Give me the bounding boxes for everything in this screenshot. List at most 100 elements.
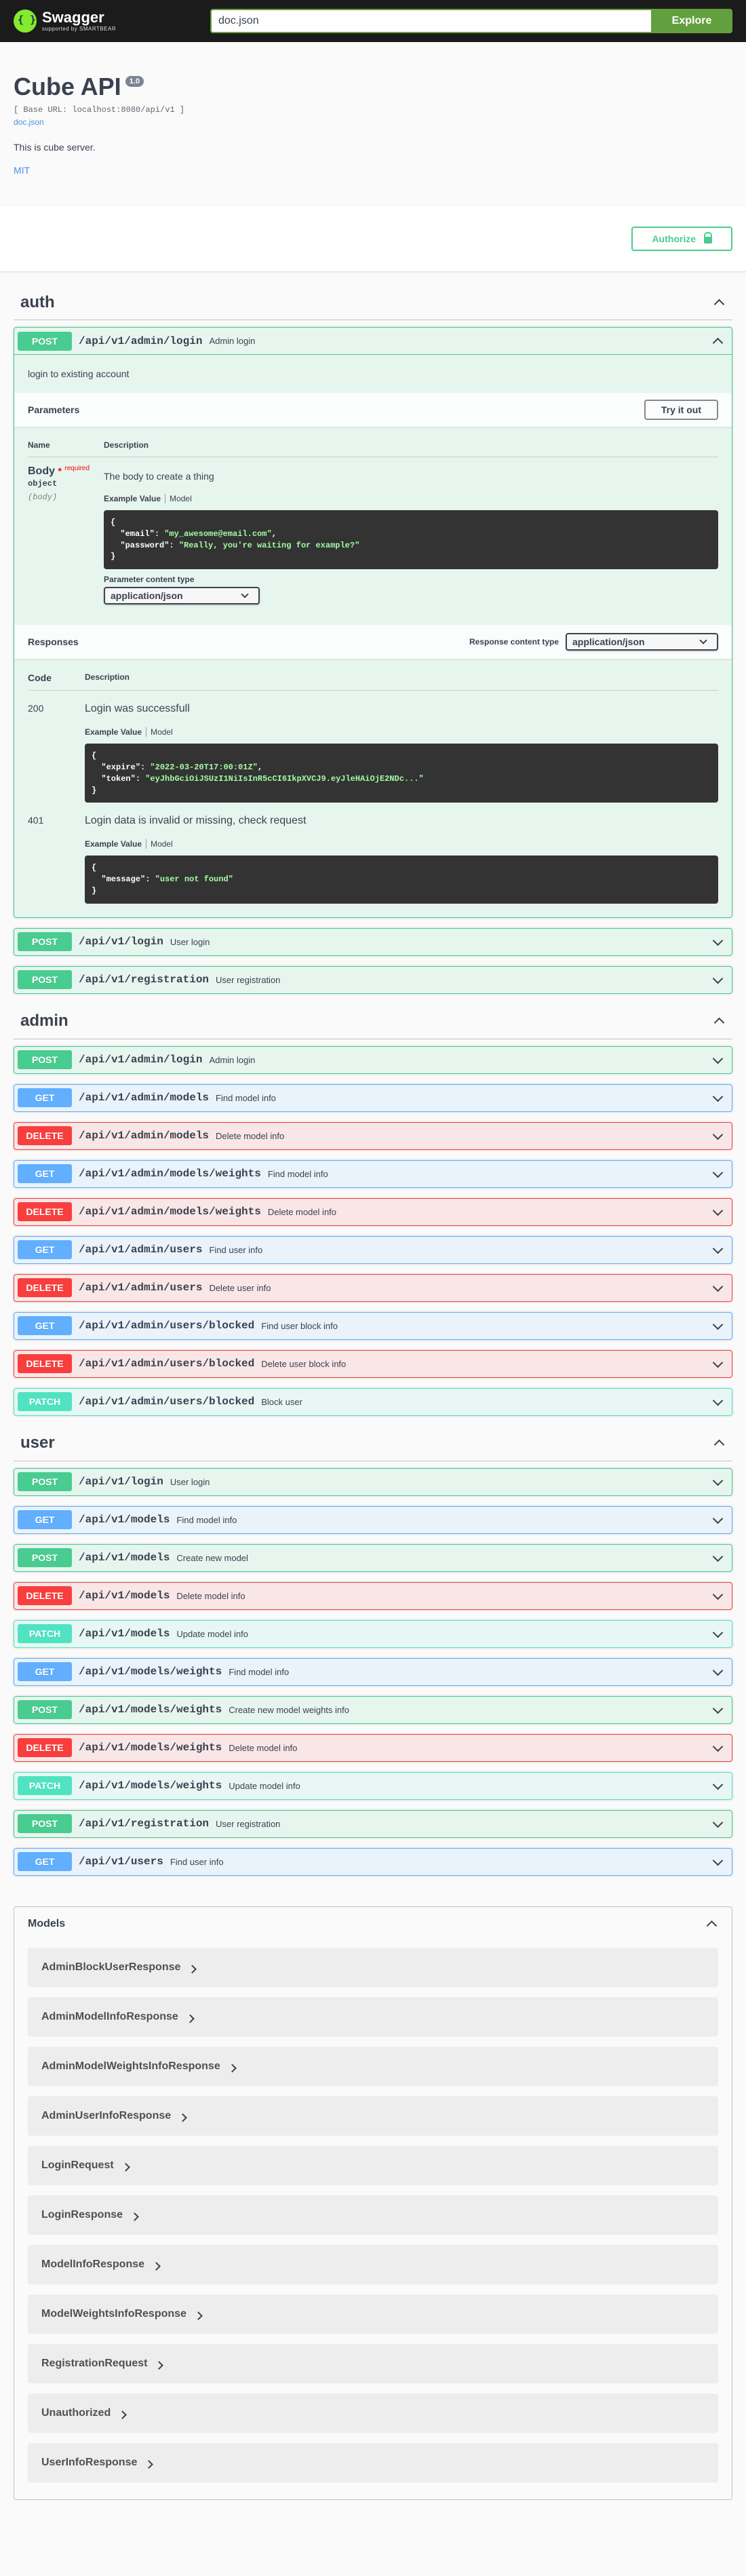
model-item[interactable]: ModelWeightsInfoResponse [28,2294,718,2334]
authorize-button[interactable]: Authorize [631,227,732,251]
operation-summary[interactable]: POST/api/v1/login User login [14,929,732,955]
method-badge: POST [18,331,72,351]
json-key: "message" [101,874,146,885]
model-item[interactable]: RegistrationRequest [28,2343,718,2383]
param-description: The body to create a thing [104,471,214,482]
operation-summary[interactable]: DELETE/api/v1/models/weights Delete model… [14,1735,732,1761]
operation-summary-text: Delete model info [216,1130,285,1141]
operation-summary[interactable]: DELETE/api/v1/admin/users/blocked Delete … [14,1351,732,1377]
operation-summary[interactable]: GET/api/v1/models/weights Find model info [14,1659,732,1685]
json-key: "token" [101,773,136,784]
operation-summary[interactable]: PATCH/api/v1/admin/users/blocked Block us… [14,1389,732,1415]
method-badge: PATCH [18,1776,72,1796]
tag-name: admin [20,1012,68,1031]
spec-url-input[interactable] [210,9,651,33]
operation-summary[interactable]: GET/api/v1/admin/models Find model info [14,1085,732,1111]
tab-example-value[interactable]: Example Value [85,839,147,849]
operation: GET/api/v1/admin/users/blocked Find user … [14,1311,732,1340]
chevron-right-icon [154,2359,163,2368]
chevron-right-icon [144,2458,153,2467]
swagger-logo[interactable]: Swagger supported by SMARTBEAR [14,9,197,33]
models-title: Models [28,1917,66,1929]
chevron-right-icon [227,2062,237,2071]
model-item[interactable]: LoginRequest [28,2145,718,2185]
model-item[interactable]: UserInfoResponse [28,2442,718,2482]
select-value: application/json [111,590,183,602]
chevron-down-icon [239,591,249,600]
operation: DELETE/api/v1/admin/users Delete user inf… [14,1273,732,1302]
chevron-right-icon [185,2012,195,2022]
model-item[interactable]: AdminBlockUserResponse [28,1947,718,1987]
chevron-down-icon [711,1741,724,1754]
user-operations: POST/api/v1/login User login GET/api/v1/mo… [14,1467,732,1876]
tab-example-value[interactable]: Example Value [85,727,147,737]
response-content-type-select[interactable]: application/json [566,633,718,651]
models-header[interactable]: Models [14,1907,732,1941]
method-badge: GET [18,1316,72,1336]
operation-summary[interactable]: GET/api/v1/admin/users Find user info [14,1237,732,1263]
operation-summary-text: Delete model info [267,1206,337,1217]
operation-summary[interactable]: GET/api/v1/models Find model info [14,1507,732,1533]
model-name: ModelInfoResponse [41,2258,145,2270]
model-item[interactable]: ModelInfoResponse [28,2244,718,2284]
try-it-out-button[interactable]: Try it out [644,400,718,420]
operation-path: /api/v1/models/weights [79,1780,222,1792]
operation-summary[interactable]: PATCH/api/v1/models Update model info [14,1621,732,1647]
model-item[interactable]: Unauthorized [28,2393,718,2433]
operation-summary[interactable]: DELETE/api/v1/admin/models/weights Delete… [14,1199,732,1225]
method-badge: GET [18,1240,72,1260]
operation-path: /api/v1/registration [79,1818,210,1830]
operation-summary[interactable]: GET/api/v1/admin/users/blocked Find user … [14,1313,732,1339]
model-item[interactable]: AdminModelInfoResponse [28,1997,718,2037]
chevron-down-icon [711,1205,724,1218]
request-example-code: { "email": "my_awesome@email.com", "pass… [104,510,718,570]
operation-summary[interactable]: DELETE/api/v1/admin/users Delete user inf… [14,1275,732,1301]
operation-summary[interactable]: GET/api/v1/admin/models/weights Find mode… [14,1161,732,1187]
spec-link[interactable]: doc.json [14,117,732,127]
model-item[interactable]: AdminModelWeightsInfoResponse [28,2046,718,2086]
json-value: "my_awesome@email.com" [164,528,272,539]
operation-summary[interactable]: GET/api/v1/users Find user info [14,1849,732,1875]
operation-summary[interactable]: POST /api/v1/admin/login Admin login [14,328,732,354]
operation-summary[interactable]: POST/api/v1/models/weights Create new mod… [14,1697,732,1723]
auth-operations: POST/api/v1/login User login POST/api/v1/r… [14,927,732,994]
tab-model[interactable]: Model [165,494,192,503]
operation: GET/api/v1/users Find user info [14,1847,732,1876]
tab-model[interactable]: Model [146,727,173,737]
chevron-up-icon [711,334,724,348]
operation-summary[interactable]: POST/api/v1/admin/login Admin login [14,1047,732,1073]
param-content-type-select[interactable]: application/json [104,587,260,605]
chevron-up-icon [705,1917,718,1931]
parameter-row: Body * required object (body) The body t… [28,457,718,605]
tag-user[interactable]: user [14,1426,732,1461]
operation-summary-text: Find model info [229,1666,290,1677]
code-header: Code [28,672,52,684]
response-row: 200 Login was successfull Example Value … [28,691,718,803]
operation: PATCH/api/v1/models Update model info [14,1619,732,1648]
admin-operations: POST/api/v1/admin/login Admin login GET/ap… [14,1045,732,1416]
operation-summary[interactable]: POST/api/v1/models Create new model [14,1545,732,1571]
operation-summary[interactable]: DELETE/api/v1/admin/models Delete model i… [14,1123,732,1149]
tab-model[interactable]: Model [146,839,173,849]
model-name: ModelWeightsInfoResponse [41,2307,186,2320]
operation: POST/api/v1/registration User registratio… [14,965,732,994]
model-item[interactable]: AdminUserInfoResponse [28,2096,718,2136]
explore-button[interactable]: Explore [651,9,732,33]
tag-auth[interactable]: auth [14,285,732,320]
chevron-down-icon [711,1475,724,1488]
operation-summary-text: Find model info [176,1514,237,1525]
license-link[interactable]: MIT [14,165,732,176]
operation-summary[interactable]: POST/api/v1/login User login [14,1469,732,1495]
operation-summary[interactable]: PATCH/api/v1/models/weights Update model … [14,1773,732,1799]
operation-summary-text: Admin login [209,1054,256,1065]
tag-admin[interactable]: admin [14,1004,732,1039]
model-item[interactable]: LoginResponse [28,2195,718,2235]
tab-example-value[interactable]: Example Value [104,494,166,503]
operation-summary[interactable]: POST/api/v1/registration User registratio… [14,1811,732,1837]
chevron-up-icon [712,1014,726,1028]
operation-summary[interactable]: DELETE/api/v1/models Delete model info [14,1583,732,1609]
chevron-down-icon [711,935,724,948]
operation-summary[interactable]: POST/api/v1/registration User registratio… [14,967,732,993]
select-value: application/json [572,636,645,648]
operation: DELETE/api/v1/admin/models/weights Delete… [14,1197,732,1226]
